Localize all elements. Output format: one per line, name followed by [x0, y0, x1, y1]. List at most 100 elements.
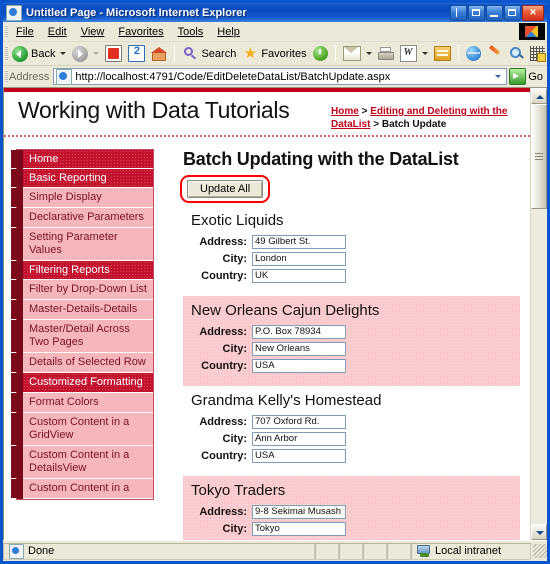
site-title: Working with Data Tutorials: [18, 97, 290, 123]
grid-icon: [529, 46, 546, 62]
sidebar-item-filter-by-drop-down-list[interactable]: Filter by Drop-Down List: [11, 280, 153, 300]
sidebar-item-master-details-details[interactable]: Master-Details-Details: [11, 300, 153, 320]
city-label: City:: [222, 433, 247, 445]
field-row-city: City: New Orleans: [183, 342, 520, 356]
security-zone-text: Local intranet: [435, 545, 502, 557]
mail-icon: [342, 46, 361, 61]
go-label: Go: [528, 70, 543, 83]
home-button[interactable]: [148, 45, 170, 63]
menu-item-view[interactable]: View: [74, 24, 112, 40]
stop-button[interactable]: [102, 44, 125, 63]
country-label: Country:: [201, 360, 247, 372]
update-all-button[interactable]: Update All: [187, 180, 264, 198]
country-input[interactable]: UK: [252, 269, 346, 283]
pen-icon: [487, 46, 503, 61]
address-input[interactable]: 49 Gilbert St.: [252, 235, 346, 249]
sidebar-item-master-detail-across-two-pages[interactable]: Master/Detail Across Two Pages: [11, 320, 153, 353]
page-title: Batch Updating with the DataList: [183, 149, 459, 169]
forward-button[interactable]: [69, 45, 102, 63]
page-header: Working with Data Tutorials Home > Editi…: [4, 92, 530, 137]
city-input[interactable]: New Orleans: [252, 342, 346, 356]
menu-item-tools[interactable]: Tools: [171, 24, 211, 40]
refresh-button[interactable]: [125, 44, 148, 63]
restore-down-button[interactable]: [468, 5, 485, 21]
pen-button[interactable]: [484, 45, 506, 62]
address-input[interactable]: 707 Oxford Rd.: [252, 415, 346, 429]
scroll-down-button[interactable]: [531, 524, 547, 540]
menu-bar: File Edit View Favorites Tools Help: [3, 22, 547, 42]
stop-icon: [105, 45, 123, 62]
sidebar-item-filtering-reports[interactable]: Filtering Reports: [11, 261, 153, 280]
address-input[interactable]: 9-8 Sekimai Musash: [252, 505, 346, 519]
print-button[interactable]: [375, 46, 397, 62]
supplier-name: New Orleans Cajun Delights: [191, 302, 380, 319]
minimize-button[interactable]: [486, 5, 503, 21]
search-button[interactable]: Search: [179, 45, 239, 63]
forward-icon: [72, 45, 89, 62]
sidebar-item-custom-content-detailsview[interactable]: Custom Content in a DetailsView: [11, 446, 153, 479]
city-input[interactable]: London: [252, 252, 346, 266]
sidebar-item-details-of-selected-row[interactable]: Details of Selected Row: [11, 353, 153, 373]
sidebar-item-home[interactable]: Home: [11, 150, 153, 169]
country-input[interactable]: USA: [252, 449, 346, 463]
sidebar-item-simple-display[interactable]: Simple Display: [11, 188, 153, 208]
breadcrumb-separator: >: [358, 106, 371, 117]
city-input[interactable]: Tokyo: [252, 522, 346, 536]
country-input[interactable]: USA: [252, 359, 346, 373]
close-button[interactable]: ✕: [522, 5, 544, 21]
menu-item-favorites[interactable]: Favorites: [111, 24, 170, 40]
history-icon: [312, 46, 328, 61]
globe-button[interactable]: [463, 45, 484, 62]
field-row-address: Address: 707 Oxford Rd.: [183, 415, 520, 429]
datalist-item: Tokyo Traders Address: 9-8 Sekimai Musas…: [183, 476, 520, 540]
supplier-name: Tokyo Traders: [191, 482, 286, 499]
sidebar-item-custom-content-partial[interactable]: Custom Content in a: [11, 479, 153, 499]
menu-item-help[interactable]: Help: [210, 24, 247, 40]
address-bar: Address http://localhost:4791/Code/EditD…: [3, 66, 547, 88]
maximize-button[interactable]: [504, 5, 521, 21]
field-row-country: Country: USA: [183, 449, 520, 463]
field-row-address: Address: 49 Gilbert St.: [183, 235, 520, 249]
go-button[interactable]: Go: [509, 68, 547, 85]
title-bar: Untitled Page - Microsoft Internet Explo…: [3, 3, 547, 22]
sidebar-item-basic-reporting[interactable]: Basic Reporting: [11, 169, 153, 188]
city-label: City:: [222, 343, 247, 355]
messenger-button[interactable]: [431, 45, 454, 62]
address-dropdown-button[interactable]: [489, 69, 504, 84]
ie-brand-logo: [519, 23, 545, 40]
sidebar-item-declarative-parameters[interactable]: Declarative Parameters: [11, 208, 153, 228]
sidebar-item-format-colors[interactable]: Format Colors: [11, 393, 153, 413]
sidebar-item-custom-content-gridview[interactable]: Custom Content in a GridView: [11, 413, 153, 446]
address-input[interactable]: P.O. Box 78934: [252, 325, 346, 339]
discuss-button[interactable]: [506, 45, 527, 62]
address-label: Address:: [199, 326, 247, 338]
vertical-scrollbar[interactable]: [530, 88, 547, 540]
country-label: Country:: [201, 270, 247, 282]
status-message-pane: Done: [3, 542, 315, 560]
breadcrumb-home-link[interactable]: Home: [331, 106, 359, 117]
field-row-address: Address: 9-8 Sekimai Musash: [183, 505, 520, 519]
sidebar-item-setting-parameter-values[interactable]: Setting Parameter Values: [11, 228, 153, 261]
back-button[interactable]: Back: [9, 45, 69, 63]
restore-split-button[interactable]: [450, 5, 467, 21]
ie-page-icon: [6, 4, 22, 21]
menu-item-file[interactable]: File: [9, 24, 41, 40]
security-zone-pane[interactable]: Local intranet: [411, 542, 531, 560]
history-button[interactable]: [310, 45, 331, 62]
scroll-up-button[interactable]: [531, 88, 547, 104]
address-input[interactable]: http://localhost:4791/Code/EditDeleteDat…: [53, 68, 508, 85]
scrollbar-thumb[interactable]: [531, 104, 547, 209]
sidebar: Home Basic Reporting Simple Display Decl…: [4, 137, 171, 500]
sidebar-item-customized-formatting[interactable]: Customized Formatting: [11, 373, 153, 393]
menu-item-edit[interactable]: Edit: [41, 24, 74, 40]
favorites-button[interactable]: ★ Favorites: [239, 45, 309, 63]
resize-grip[interactable]: [533, 544, 547, 558]
city-input[interactable]: Ann Arbor: [252, 432, 346, 446]
discuss-icon: [509, 46, 524, 61]
mail-button[interactable]: [340, 45, 375, 62]
grid-button[interactable]: [527, 45, 548, 62]
scrollbar-track[interactable]: [531, 104, 547, 524]
favorites-star-icon: ★: [243, 44, 258, 62]
home-icon: [151, 46, 168, 62]
edit-button[interactable]: W: [397, 44, 431, 63]
